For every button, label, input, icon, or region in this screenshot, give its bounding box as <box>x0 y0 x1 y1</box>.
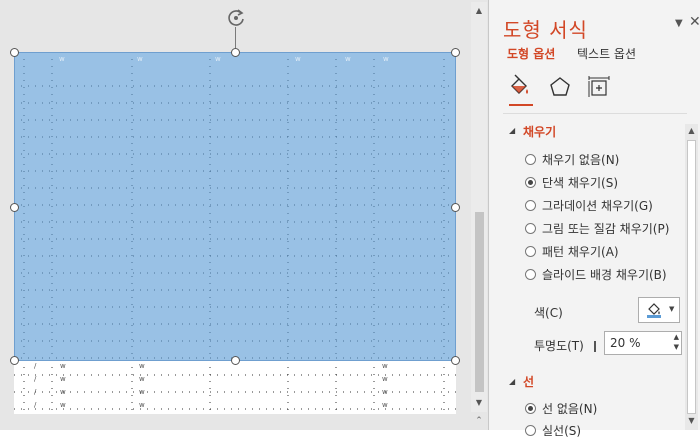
radio-slide-background-fill[interactable]: 슬라이드 배경 채우기(B) <box>525 264 667 284</box>
radio-button[interactable] <box>525 176 536 188</box>
scroll-up-arrow-icon[interactable]: ▲ <box>685 126 698 135</box>
radio-label: 채우기 없음(N) <box>542 152 620 167</box>
previous-slide-icon[interactable]: ⌃ <box>471 412 487 430</box>
table-cell: w <box>382 388 388 396</box>
transparency-value: 20 % <box>610 336 641 350</box>
scrollbar-thumb[interactable] <box>475 212 484 392</box>
table-cell: w <box>382 362 388 370</box>
radio-label: 단색 채우기(S) <box>542 175 618 190</box>
transparency-spinbox[interactable]: 20 % ▲ ▼ <box>604 331 682 355</box>
resize-handle-top-right[interactable] <box>451 48 460 57</box>
radio-button[interactable] <box>525 245 536 257</box>
resize-handle-left[interactable] <box>10 203 19 212</box>
radio-label: 그라데이션 채우기(G) <box>542 198 653 213</box>
table-cell: w <box>60 362 66 370</box>
table-cell: w <box>60 388 66 396</box>
size-properties-icon[interactable] <box>586 74 612 100</box>
radio-button[interactable] <box>525 199 536 211</box>
table-cell: w <box>383 55 389 63</box>
radio-button[interactable] <box>525 402 536 414</box>
radio-button[interactable] <box>525 424 536 436</box>
radio-picture-texture-fill[interactable]: 그림 또는 질감 채우기(P) <box>525 218 669 238</box>
table-cell: / <box>34 362 37 370</box>
color-label: 색(C) <box>534 306 563 320</box>
rotation-connector <box>235 27 236 49</box>
selected-rectangle-shape[interactable]: w w w w w w <box>14 52 456 361</box>
collapse-triangle-icon[interactable]: ◢ <box>509 126 515 135</box>
chevron-down-icon[interactable]: ▼ <box>675 18 683 29</box>
scroll-down-arrow-icon[interactable]: ▼ <box>472 396 486 410</box>
effects-icon[interactable] <box>547 74 573 100</box>
format-shape-pane: 도형 서식 ▼ ✕ 도형 옵션 텍스트 옵션 ◢ 채우기 채우기 없음(N) 단… <box>488 0 700 438</box>
fill-color-dropdown[interactable]: ▼ <box>638 297 680 323</box>
table-cell: w <box>137 55 143 63</box>
resize-handle-top-left[interactable] <box>10 48 19 57</box>
fill-line-icon[interactable] <box>506 74 532 100</box>
radio-label: 그림 또는 질감 채우기(P) <box>542 221 670 236</box>
tab-shape-options[interactable]: 도형 옵션 <box>507 45 555 62</box>
table-cell: w <box>60 375 66 383</box>
table-cell: w <box>139 388 145 396</box>
resize-handle-bottom[interactable] <box>231 356 240 365</box>
table-cell: w <box>139 375 145 383</box>
scroll-up-arrow-icon[interactable]: ▲ <box>472 4 486 18</box>
divider <box>503 113 687 114</box>
radio-button[interactable] <box>525 268 536 280</box>
transparency-slider[interactable] <box>594 341 596 352</box>
radio-no-fill[interactable]: 채우기 없음(N) <box>525 149 619 169</box>
fill-section-header[interactable]: 채우기 <box>523 123 556 140</box>
radio-button[interactable] <box>525 153 536 165</box>
scrollbar-thumb[interactable] <box>687 140 696 414</box>
radio-label: 패턴 채우기(A) <box>542 244 619 259</box>
radio-solid-fill[interactable]: 단색 채우기(S) <box>525 172 618 192</box>
radio-gradient-fill[interactable]: 그라데이션 채우기(G) <box>525 195 653 215</box>
radio-pattern-fill[interactable]: 패턴 채우기(A) <box>525 241 619 261</box>
chevron-down-icon: ▼ <box>669 305 675 313</box>
table-cell: w <box>345 55 351 63</box>
resize-handle-bottom-right[interactable] <box>451 356 460 365</box>
transparency-label: 투명도(T) <box>534 339 584 353</box>
table-cell: w <box>59 55 65 63</box>
table-cell: / <box>34 401 37 409</box>
resize-handle-bottom-left[interactable] <box>10 356 19 365</box>
slide-canvas: / w w w / w w w / w w w / w w w w w w w … <box>0 0 488 430</box>
radio-label: 실선(S) <box>542 423 582 438</box>
table-cell: / <box>34 388 37 396</box>
table-cell: w <box>382 401 388 409</box>
paint-bucket-icon <box>647 303 661 318</box>
scroll-down-arrow-icon[interactable]: ▼ <box>685 416 698 425</box>
resize-handle-top[interactable] <box>231 48 240 57</box>
slide-vertical-scrollbar[interactable]: ▲ ▼ <box>471 2 487 412</box>
line-section-header[interactable]: 선 <box>523 373 534 390</box>
spin-up-icon[interactable]: ▲ <box>674 333 679 341</box>
table-cell: w <box>139 362 145 370</box>
radio-no-line[interactable]: 선 없음(N) <box>525 398 597 418</box>
close-icon[interactable]: ✕ <box>689 14 700 30</box>
table-cell: w <box>60 401 66 409</box>
collapse-triangle-icon[interactable]: ◢ <box>509 377 515 386</box>
table-cell: w <box>382 375 388 383</box>
table-cell: w <box>295 55 301 63</box>
table-cell: w <box>215 55 221 63</box>
rotate-icon[interactable] <box>225 7 247 29</box>
pane-title: 도형 서식 <box>503 18 588 42</box>
pane-vertical-scrollbar[interactable]: ▲ ▼ <box>685 124 698 430</box>
active-category-indicator <box>509 104 533 106</box>
table-body: / w w w / w w w / w w w / w w w <box>14 362 456 414</box>
radio-label: 선 없음(N) <box>542 401 598 416</box>
table-row: / w w w <box>14 388 456 401</box>
resize-handle-right[interactable] <box>451 203 460 212</box>
table-cell: / <box>34 375 37 383</box>
radio-label: 슬라이드 배경 채우기(B) <box>542 267 667 282</box>
table-row: / w w w <box>14 375 456 388</box>
radio-solid-line[interactable]: 실선(S) <box>525 420 581 440</box>
radio-button[interactable] <box>525 222 536 234</box>
table-cell: w <box>139 401 145 409</box>
table-row: / w w w <box>14 401 456 414</box>
spin-down-icon[interactable]: ▼ <box>674 343 679 351</box>
tab-text-options[interactable]: 텍스트 옵션 <box>577 45 636 62</box>
